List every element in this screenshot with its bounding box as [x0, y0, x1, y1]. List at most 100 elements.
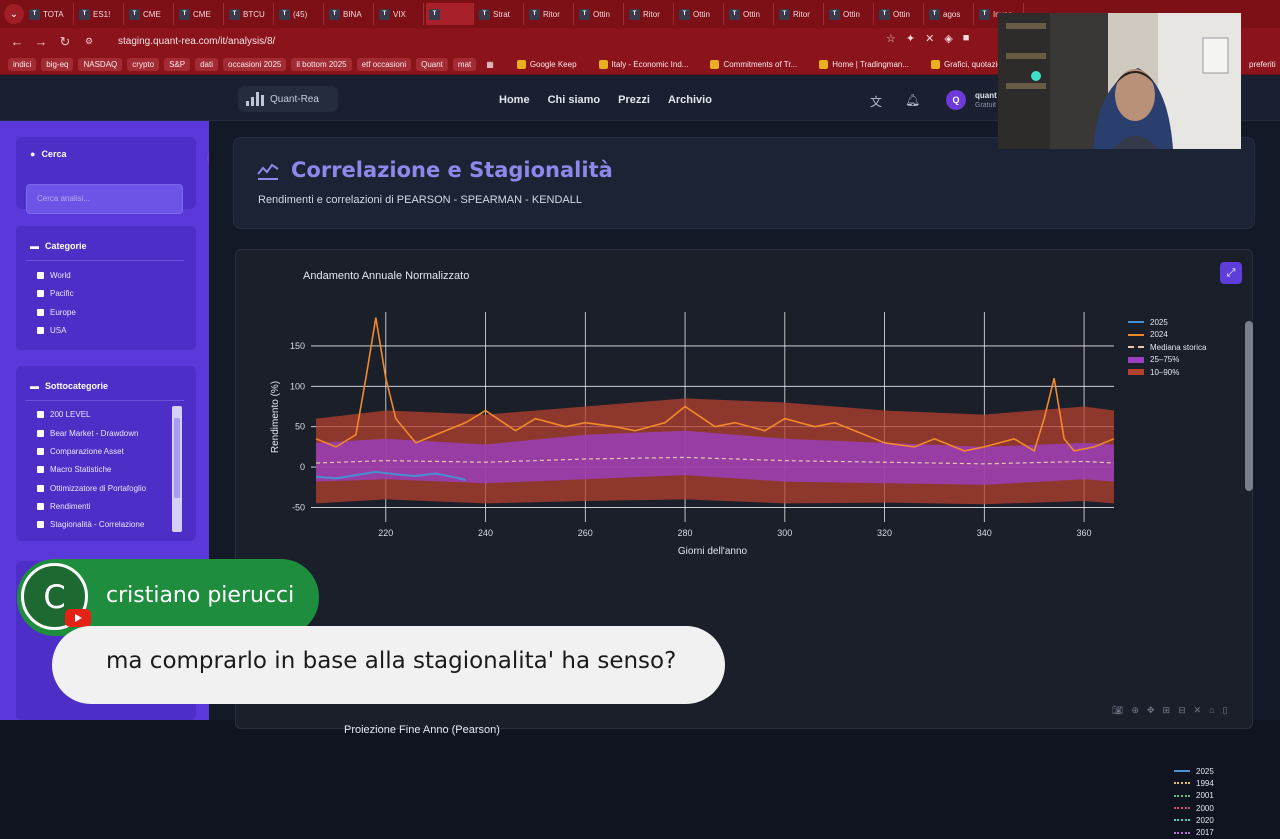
bookmark-link[interactable]: Italy - Economic Ind... [594, 58, 694, 71]
checkbox[interactable] [37, 485, 44, 492]
bookmark-preferiti[interactable]: preferiti [1244, 58, 1280, 71]
checkbox[interactable] [37, 448, 44, 455]
legend-item[interactable]: 2000 [1174, 802, 1214, 814]
subcategory-item[interactable]: Stagionalità - Correlazione [37, 520, 144, 529]
user-name[interactable]: quant [975, 91, 997, 100]
user-avatar[interactable]: Q [946, 90, 966, 110]
star-bookmark-icon[interactable]: ☆ [886, 32, 896, 45]
bookmark-folder[interactable]: big-eq [41, 58, 74, 71]
legend-item[interactable]: 1994 [1174, 777, 1214, 789]
tab-search-icon[interactable]: ⌄ [4, 4, 24, 24]
apps-grid-icon[interactable]: ▦ [481, 58, 499, 71]
browser-tab[interactable]: T BTCU [226, 3, 274, 25]
legend-item[interactable]: 10–90% [1128, 366, 1206, 379]
category-europe[interactable]: Europe [37, 308, 76, 317]
seasonality-chart[interactable]: 220 240 260 280 300 320 340 360 -50 0 50 100 150 Gior… [266, 300, 1166, 600]
bookmark-folder[interactable]: crypto [127, 58, 160, 71]
extension-icon[interactable]: ◈ [944, 32, 952, 45]
browser-tab[interactable]: Tagos [926, 3, 974, 25]
pan-icon[interactable]: ✥ [1147, 705, 1155, 716]
nav-prezzi[interactable]: Prezzi [618, 94, 650, 106]
browser-tab[interactable]: T ES1! [76, 3, 124, 25]
browser-tab[interactable]: T VIX [376, 3, 424, 25]
url-field[interactable]: staging.quant-rea.com/it/analysis/8/ [118, 36, 275, 47]
checkbox[interactable] [37, 411, 44, 418]
browser-tab[interactable]: T Ottin [826, 3, 874, 25]
browser-tab[interactable]: T Ritor [776, 3, 824, 25]
checkbox[interactable] [37, 327, 44, 334]
subcategory-item[interactable]: Rendimenti [37, 502, 90, 511]
browser-tab[interactable]: T Ottin [876, 3, 924, 25]
browser-tab[interactable]: T CME [126, 3, 174, 25]
subcategory-scrollbar[interactable] [172, 406, 182, 532]
checkbox[interactable] [37, 466, 44, 473]
browser-tab[interactable]: T Strat [476, 3, 524, 25]
extension-icon[interactable]: ■ [963, 32, 970, 45]
category-usa[interactable]: USA [37, 326, 66, 335]
legend-item[interactable]: 2001 [1174, 790, 1214, 802]
bookmark-link[interactable]: Google Keep [512, 58, 582, 71]
zoom-icon[interactable]: ⊕ [1131, 705, 1139, 716]
checkbox[interactable] [37, 430, 44, 437]
bookmark-folder[interactable]: dati [195, 58, 218, 71]
camera-icon[interactable]: 📷︎ [1112, 705, 1123, 716]
browser-tab[interactable]: T (45) [276, 3, 324, 25]
bookmark-folder[interactable]: occasioni 2025 [223, 58, 287, 71]
subcategory-item[interactable]: Comparazione Asset [37, 447, 124, 456]
bookmark-folder[interactable]: indici [8, 58, 37, 71]
back-icon[interactable]: ← [8, 33, 26, 51]
bookmark-folder[interactable]: etf occasioni [356, 58, 412, 71]
subcategory-item[interactable]: Macro Statistiche [37, 465, 111, 474]
subcategory-item[interactable]: Ottimizzatore di Portafoglio [37, 484, 146, 493]
checkbox[interactable] [37, 521, 44, 528]
browser-tab[interactable]: T [426, 3, 474, 25]
legend-item[interactable]: Mediana storica [1128, 341, 1206, 354]
extension-icon[interactable]: ✦ [906, 32, 915, 45]
forward-icon[interactable]: → [32, 33, 50, 51]
checkbox[interactable] [37, 272, 44, 279]
browser-tab[interactable]: T Ritor [626, 3, 674, 25]
category-pacific[interactable]: Pacific [37, 289, 74, 298]
checkbox[interactable] [37, 290, 44, 297]
translate-icon[interactable]: 文 [870, 93, 882, 110]
subcategory-item[interactable]: 200 LEVEL [37, 410, 90, 419]
browser-tab[interactable]: T Ottin [576, 3, 624, 25]
home-icon[interactable]: ⌂ [1209, 705, 1214, 716]
bookmark-link[interactable]: Commitments of Tr... [705, 58, 802, 71]
page-scrollbar[interactable] [1245, 321, 1253, 491]
nav-archivio[interactable]: Archivio [668, 94, 712, 106]
plotly-logo-icon[interactable]: ▯ [1223, 705, 1228, 716]
checkbox[interactable] [37, 309, 44, 316]
nav-home[interactable]: Home [499, 94, 530, 106]
browser-tab[interactable]: T TOTA [26, 3, 74, 25]
bookmark-folder[interactable]: Quant [416, 58, 448, 71]
legend-item[interactable]: 2025 [1128, 316, 1206, 329]
checkbox[interactable] [37, 503, 44, 510]
bookmark-folder[interactable]: NASDAQ [78, 58, 123, 71]
site-logo[interactable]: Quant-Rea [238, 86, 338, 112]
category-world[interactable]: World [37, 271, 71, 280]
zoom-out-icon[interactable]: ⊟ [1178, 705, 1186, 716]
extension-icon[interactable]: ✕ [925, 32, 934, 45]
search-input[interactable]: Cerca analisi... [26, 184, 183, 214]
bookmark-folder[interactable]: il bottom 2025 [291, 58, 352, 71]
legend-item[interactable]: 2017 [1174, 826, 1214, 838]
legend-item[interactable]: 2020 [1174, 814, 1214, 826]
browser-tab[interactable]: T Ritor [526, 3, 574, 25]
browser-tab[interactable]: T BINA [326, 3, 374, 25]
browser-tab[interactable]: T Ottin [726, 3, 774, 25]
legend-item[interactable]: 2024 [1128, 329, 1206, 342]
browser-tab[interactable]: T Ottin [676, 3, 724, 25]
site-info-icon[interactable]: ⚙ [80, 33, 98, 51]
bookmark-link[interactable]: Home | Tradingman... [814, 58, 914, 71]
bookmark-folder[interactable]: S&P [164, 58, 191, 71]
browser-tab[interactable]: T CME [176, 3, 224, 25]
zoom-in-icon[interactable]: ⊞ [1163, 705, 1171, 716]
bell-icon[interactable]: 🔔︎ [905, 93, 920, 107]
bookmark-folder[interactable]: mat [452, 58, 477, 71]
legend-item[interactable]: 2025 [1174, 765, 1214, 777]
nav-chi-siamo[interactable]: Chi siamo [548, 94, 601, 106]
reload-icon[interactable]: ↻ [56, 33, 74, 51]
subcategory-item[interactable]: Bear Market - Drawdown [37, 429, 138, 438]
autoscale-icon[interactable]: ✕ [1194, 705, 1202, 716]
